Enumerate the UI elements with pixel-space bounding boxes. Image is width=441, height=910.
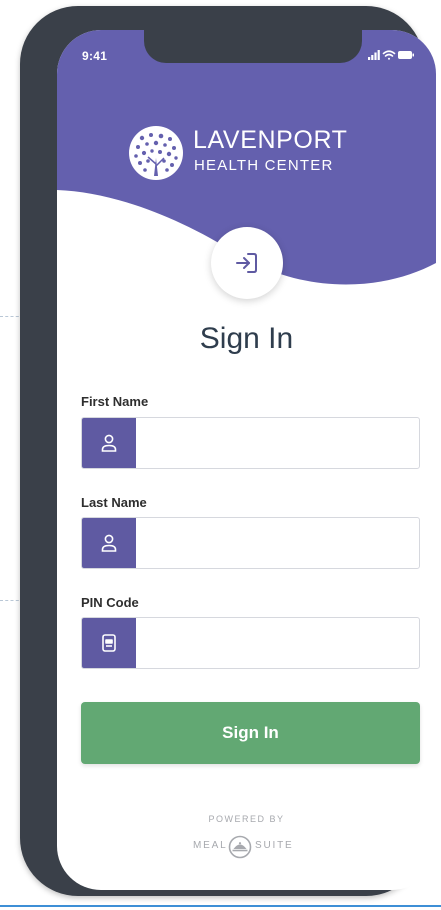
- wifi-icon: [382, 50, 396, 60]
- brand-logo: LAVENPORT HEALTH CENTER: [127, 122, 367, 182]
- phone-notch: [144, 30, 362, 63]
- pin-code-input[interactable]: [136, 618, 419, 668]
- app-screen: 9:41 LAVENPORT HEALTH CENTER Sign In Fir…: [57, 30, 436, 890]
- sign-in-icon: [236, 253, 257, 273]
- cloche-logo-icon: [228, 835, 252, 859]
- sign-in-button[interactable]: Sign In: [81, 702, 420, 764]
- tree-logo-icon: [129, 126, 183, 180]
- cellular-signal-icon: [368, 50, 380, 60]
- mealsuite-logo: MEAL SUITE: [187, 835, 307, 859]
- phone-frame: 9:41 LAVENPORT HEALTH CENTER Sign In Fir…: [20, 6, 436, 896]
- person-icon: [101, 534, 117, 552]
- guide-line: [0, 905, 441, 907]
- last-name-field[interactable]: [81, 517, 420, 569]
- meal-text: MEAL: [193, 840, 228, 851]
- powered-by-text: POWERED BY: [208, 814, 285, 824]
- suite-text: SUITE: [255, 840, 294, 851]
- pin-code-icon-box: [82, 618, 136, 668]
- page-title: Sign In: [199, 322, 294, 355]
- status-icons: [368, 50, 414, 60]
- sign-in-badge: [211, 227, 283, 299]
- first-name-icon-box: [82, 418, 136, 468]
- last-name-input[interactable]: [136, 518, 419, 568]
- first-name-input[interactable]: [136, 418, 419, 468]
- pin-code-field[interactable]: [81, 617, 420, 669]
- brand-name: LAVENPORT: [193, 126, 348, 154]
- brand-subtitle: HEALTH CENTER: [194, 157, 334, 174]
- first-name-field[interactable]: [81, 417, 420, 469]
- id-badge-icon: [102, 634, 116, 652]
- pin-code-label: PIN Code: [81, 595, 139, 610]
- battery-icon: [398, 51, 414, 59]
- person-icon: [101, 434, 117, 452]
- status-time: 9:41: [82, 49, 108, 63]
- last-name-icon-box: [82, 518, 136, 568]
- first-name-label: First Name: [81, 394, 149, 409]
- last-name-label: Last Name: [81, 495, 147, 510]
